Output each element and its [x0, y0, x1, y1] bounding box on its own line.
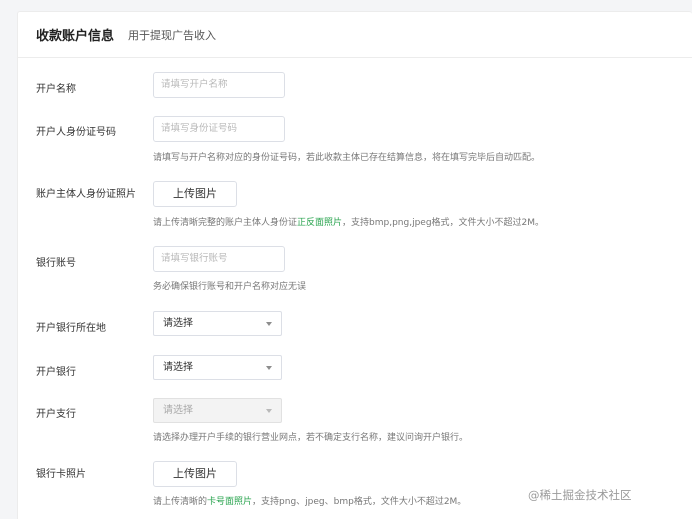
account-name-label: 开户名称: [36, 84, 76, 95]
caret-down-icon: [266, 322, 272, 326]
bank-select[interactable]: 请选择: [153, 355, 282, 380]
branch-label: 开户支行: [36, 409, 76, 420]
bank-location-select[interactable]: 请选择: [153, 311, 282, 336]
card-photo-label: 银行卡照片: [36, 469, 86, 480]
id-photo-hint: 请上传清晰完整的账户主体人身份证正反面照片，支持bmp,png,jpeg格式，文…: [153, 215, 544, 228]
id-number-hint: 请填写与开户名称对应的身份证号码，若此收款主体已存在结算信息，将在填写完毕后自动…: [153, 153, 541, 163]
card-photo-upload-button[interactable]: 上传图片: [153, 461, 237, 487]
id-photo-upload-button[interactable]: 上传图片: [153, 181, 237, 207]
bank-label: 开户银行: [36, 367, 76, 378]
caret-down-icon: [266, 409, 272, 413]
account-info-card: 收款账户信息 用于提现广告收入 开户名称 请填写开户名称 开户人身份证号码 请填…: [17, 11, 692, 519]
branch-hint: 请选择办理开户手续的银行营业网点，若不确定支行名称，建议问询开户银行。: [153, 433, 469, 443]
id-photo-hint-text: 请上传清晰完整的账户主体人身份证: [153, 218, 298, 228]
bank-account-label: 银行账号: [36, 258, 76, 269]
page-title: 收款账户信息: [36, 29, 115, 44]
bank-account-input[interactable]: 请填写银行账号: [153, 246, 285, 272]
id-photo-hint-tail: ，支持bmp,png,jpeg格式，文件大小不超过2M。: [342, 218, 545, 228]
card-photo-hint-tail: ，支持png、jpeg、bmp格式，文件大小不超过2M。: [252, 497, 467, 507]
bank-value: 请选择: [163, 362, 193, 373]
page-subtitle: 用于提现广告收入: [128, 28, 217, 42]
branch-select: 请选择: [153, 398, 282, 423]
card-photo-hint-text: 请上传清晰的: [153, 497, 208, 507]
account-name-input[interactable]: 请填写开户名称: [153, 72, 285, 98]
bank-location-label: 开户银行所在地: [36, 323, 106, 334]
id-photo-hint-highlight: 正反面照片: [297, 218, 343, 228]
branch-value: 请选择: [163, 405, 193, 416]
id-number-label: 开户人身份证号码: [36, 127, 116, 138]
bank-location-value: 请选择: [163, 318, 193, 329]
watermark: @稀土掘金技术社区: [528, 488, 632, 502]
card-header: 收款账户信息 用于提现广告收入: [18, 12, 692, 58]
id-photo-label: 账户主体人身份证照片: [36, 189, 136, 200]
bank-account-hint: 务必确保银行账号和开户名称对应无误: [153, 282, 307, 292]
caret-down-icon: [266, 366, 272, 370]
card-photo-hint: 请上传清晰的卡号面照片，支持png、jpeg、bmp格式，文件大小不超过2M。: [153, 494, 466, 507]
id-number-input[interactable]: 请填写身份证号码: [153, 116, 285, 142]
card-photo-hint-highlight: 卡号面照片: [207, 497, 253, 507]
